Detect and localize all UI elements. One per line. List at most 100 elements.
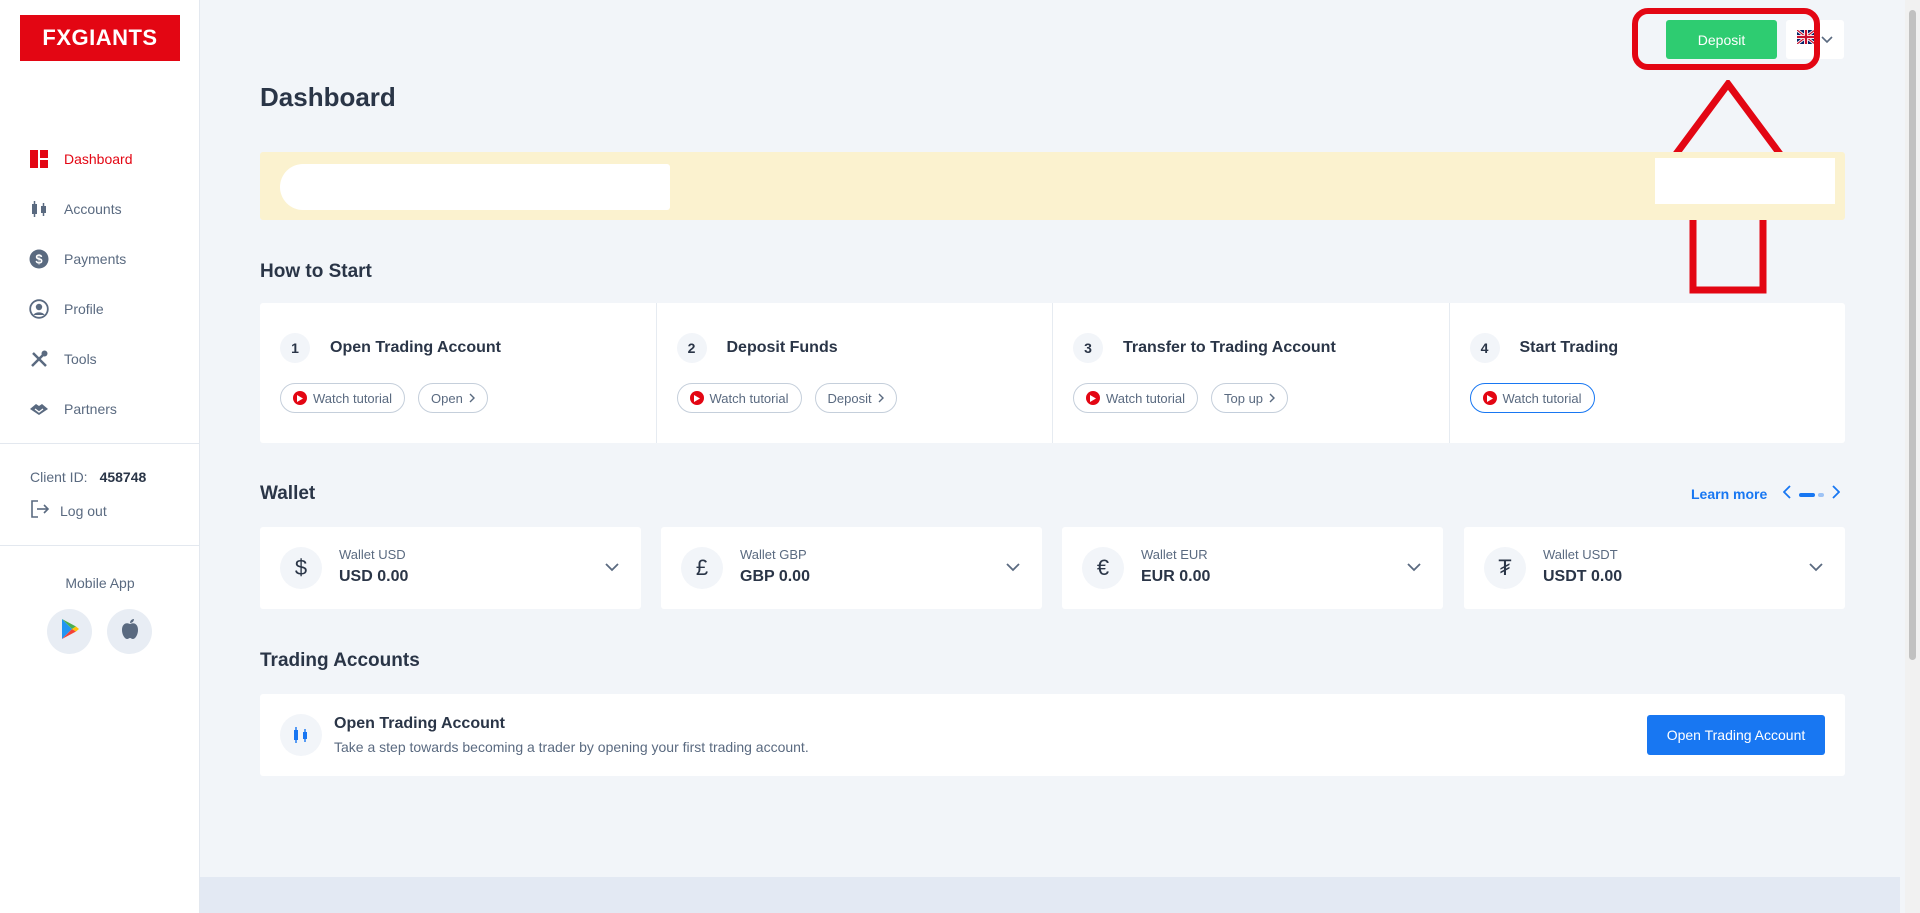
pager-dot-active [1799, 492, 1815, 497]
main-content: Dashboard Deposit How to Start 1 Open Tr… [200, 0, 1900, 913]
wallet-card-usd[interactable]: $ Wallet USD USD 0.00 [260, 527, 641, 609]
chevron-right-icon[interactable] [1832, 485, 1841, 504]
chevron-down-icon[interactable] [1407, 559, 1421, 577]
dollar-icon: $ [280, 547, 322, 589]
step-card: 2 Deposit Funds Watch tutorial Deposit [657, 303, 1053, 443]
wallet-name: Wallet EUR [1141, 547, 1208, 562]
handshake-icon [29, 399, 49, 419]
chip-label: Open [431, 390, 463, 406]
sidebar-item-label: Profile [64, 301, 104, 317]
sidebar-item-label: Payments [64, 251, 127, 267]
chip-label: Watch tutorial [1502, 390, 1582, 406]
google-play-button[interactable] [47, 609, 92, 654]
client-id-label: Client ID: [30, 469, 88, 485]
sidebar-item-dashboard[interactable]: Dashboard [0, 134, 200, 184]
chip-label: Deposit [827, 390, 872, 406]
wallet-card-gbp[interactable]: £ Wallet GBP GBP 0.00 [661, 527, 1042, 609]
step-number: 2 [676, 333, 707, 363]
wallet-title: Wallet [260, 483, 316, 504]
sidebar-item-label: Dashboard [64, 151, 133, 167]
sidebar-divider [0, 443, 200, 444]
chevron-right-icon [878, 391, 884, 406]
scrollbar-thumb[interactable] [1909, 10, 1916, 660]
wallet-card-eur[interactable]: € Wallet EUR EUR 0.00 [1062, 527, 1443, 609]
step-title: Transfer to Trading Account [1123, 339, 1336, 356]
apple-icon [120, 618, 140, 645]
chevron-left-icon[interactable] [1782, 485, 1791, 504]
tether-icon: ₮ [1484, 547, 1526, 589]
wallet-name: Wallet USD [339, 547, 406, 562]
page-title: Dashboard [260, 82, 396, 112]
sidebar-item-payments[interactable]: $ Payments [0, 234, 200, 284]
wallet-pager [1782, 485, 1841, 504]
step-number: 4 [1469, 333, 1500, 363]
chevron-down-icon[interactable] [605, 559, 619, 577]
wallet-card-usdt[interactable]: ₮ Wallet USDT USDT 0.00 [1464, 527, 1845, 609]
sidebar-item-profile[interactable]: Profile [0, 284, 200, 334]
chevron-right-icon [1269, 391, 1276, 406]
step-title: Start Trading [1519, 339, 1619, 356]
wallet-balance: EUR 0.00 [1141, 568, 1211, 585]
logout-link[interactable]: Log out [30, 499, 107, 522]
chevron-down-icon[interactable] [1809, 559, 1823, 577]
banner-placeholder [280, 164, 670, 210]
youtube-icon [293, 391, 307, 405]
watch-tutorial-button[interactable]: Watch tutorial [1469, 383, 1595, 413]
pager-dots [1799, 492, 1824, 497]
step-card: 1 Open Trading Account Watch tutorial Op… [260, 303, 657, 443]
wallet-balance: USD 0.00 [339, 568, 409, 585]
notification-banner [260, 152, 1845, 220]
tools-icon [29, 349, 49, 369]
watch-tutorial-button[interactable]: Watch tutorial [1073, 383, 1198, 413]
youtube-icon [1482, 391, 1497, 405]
step-number: 1 [280, 333, 310, 363]
wallet-balance: USDT 0.00 [1543, 568, 1623, 585]
chip-label: Top up [1224, 390, 1264, 406]
wallet-balance: GBP 0.00 [740, 568, 810, 585]
watch-tutorial-button[interactable]: Watch tutorial [280, 383, 405, 413]
chevron-right-icon [469, 391, 475, 406]
open-trading-account-button[interactable]: Open Trading Account [1647, 715, 1825, 755]
fxgiants-logo[interactable]: FXGIANTS [20, 15, 180, 61]
sidebar-item-accounts[interactable]: Accounts [0, 184, 200, 234]
chip-label: Watch tutorial [1106, 390, 1185, 406]
svg-text:$: $ [35, 252, 43, 267]
app-store-button[interactable] [107, 609, 152, 654]
dollar-icon: $ [29, 249, 49, 269]
deposit-highlight-annotation [1632, 8, 1820, 70]
how-to-start-steps: 1 Open Trading Account Watch tutorial Op… [260, 303, 1845, 443]
user-icon [29, 299, 49, 319]
chip-label: Watch tutorial [313, 390, 392, 406]
sidebar-divider [0, 545, 200, 546]
chip-label: Watch tutorial [709, 390, 789, 406]
page-scrollbar[interactable] [1905, 0, 1920, 913]
open-account-button[interactable]: Open [418, 383, 488, 413]
step-number: 3 [1073, 333, 1103, 363]
chevron-down-icon[interactable] [1006, 559, 1020, 577]
candlestick-icon [29, 199, 49, 219]
logout-label: Log out [60, 502, 107, 519]
open-trading-account-card: Open Trading Account Take a step towards… [260, 694, 1845, 776]
step-title: Deposit Funds [726, 339, 838, 356]
trading-account-card-desc: Take a step towards becoming a trader by… [334, 739, 809, 755]
wallet-name: Wallet USDT [1543, 547, 1618, 562]
top-up-button[interactable]: Top up [1211, 383, 1289, 413]
banner-placeholder [1655, 158, 1835, 204]
watch-tutorial-button[interactable]: Watch tutorial [676, 383, 802, 413]
wallet-name: Wallet GBP [740, 547, 807, 562]
learn-more-link[interactable]: Learn more [1691, 486, 1767, 502]
step-title: Open Trading Account [330, 339, 501, 356]
mobile-app-label: Mobile App [65, 575, 135, 591]
youtube-icon [1086, 391, 1100, 405]
footer-band [200, 877, 1900, 913]
client-id: Client ID: 458748 [30, 469, 146, 485]
deposit-step-button[interactable]: Deposit [814, 383, 897, 413]
sidebar-item-tools[interactable]: Tools [0, 334, 200, 384]
trading-account-card-title: Open Trading Account [334, 715, 505, 732]
youtube-icon [689, 391, 704, 405]
chevron-down-icon [1821, 31, 1833, 49]
sidebar-item-partners[interactable]: Partners [0, 384, 200, 434]
dashboard-icon [29, 149, 49, 169]
sidebar-item-label: Tools [64, 351, 97, 367]
sidebar-item-label: Accounts [64, 201, 122, 217]
